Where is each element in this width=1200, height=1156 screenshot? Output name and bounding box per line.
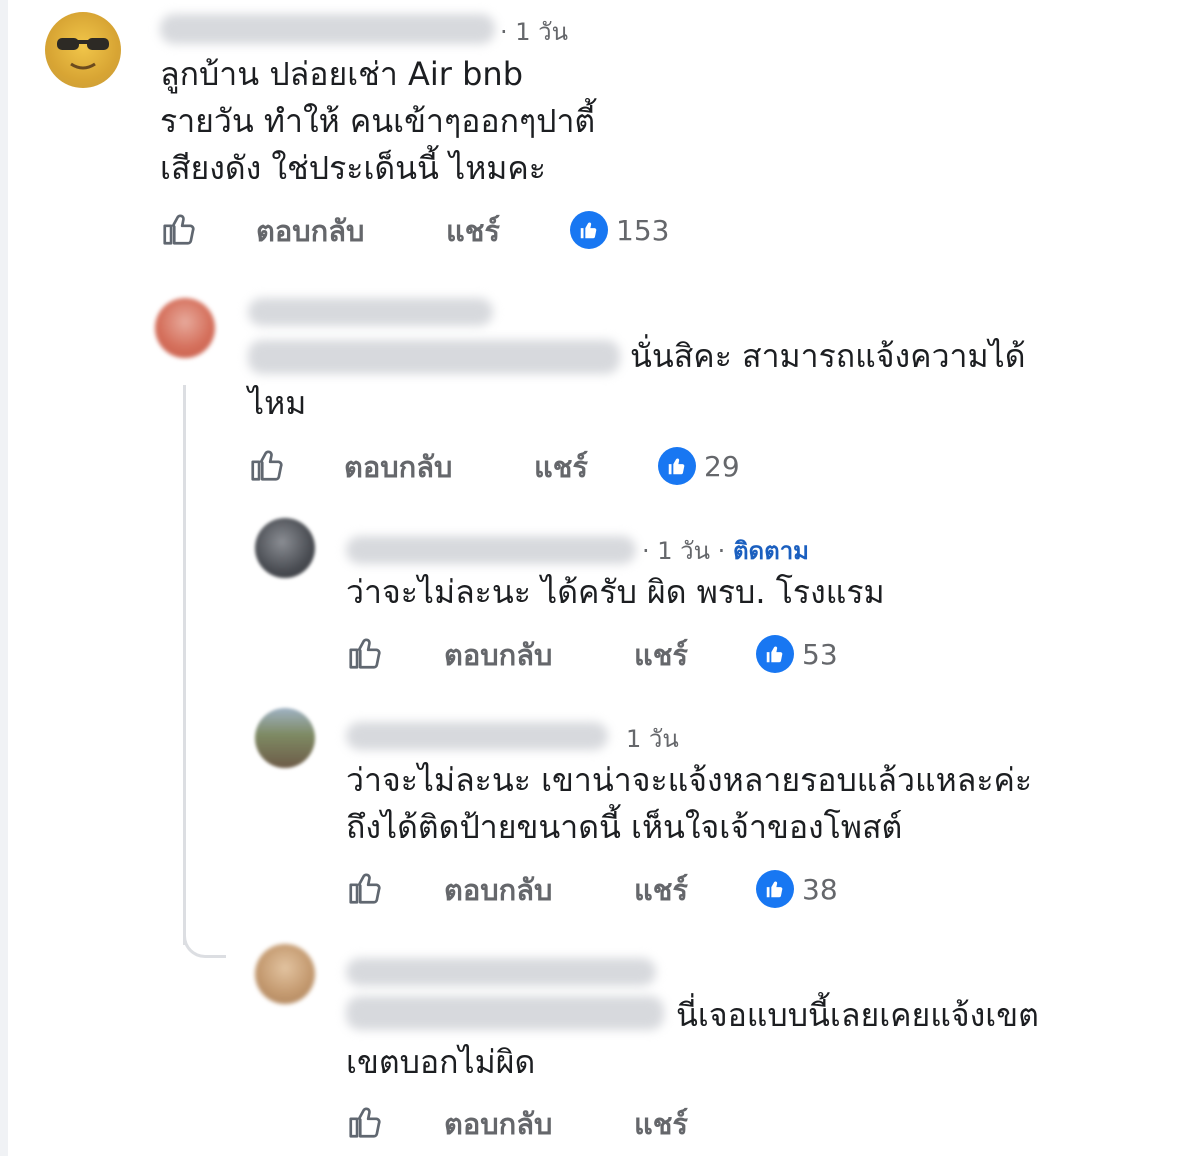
- reaction-count[interactable]: 29: [658, 447, 740, 485]
- left-edge: [0, 0, 8, 1156]
- reaction-count[interactable]: 38: [756, 870, 838, 908]
- timestamp[interactable]: · 1 วัน: [500, 17, 568, 47]
- follow-button[interactable]: ติดตาม: [733, 537, 809, 565]
- comment-text-line: ว่าจะไม่ละนะ ได้ครับ ผิด พรบ. โรงแรม: [346, 573, 885, 611]
- author-name-blurred[interactable]: [248, 298, 493, 326]
- tagged-name-blurred[interactable]: [248, 340, 620, 374]
- like-reaction-icon: [570, 211, 608, 249]
- tagged-name-blurred[interactable]: [346, 996, 664, 1030]
- reply-button[interactable]: ตอบกลับ: [444, 872, 552, 908]
- reply-button[interactable]: ตอบกลับ: [344, 449, 452, 485]
- author-name-blurred[interactable]: [160, 14, 495, 44]
- thread-connector: [183, 925, 226, 958]
- thumbs-up-icon[interactable]: [346, 869, 384, 907]
- comment-text-line: ว่าจะไม่ละนะ เขาน่าจะแจ้งหลายรอบแล้วแหละ…: [346, 761, 1033, 799]
- avatar[interactable]: [155, 298, 215, 358]
- thumbs-up-icon[interactable]: [248, 446, 286, 484]
- like-count: 29: [704, 449, 740, 483]
- thumbs-up-icon[interactable]: [160, 210, 198, 248]
- comment-text-line: รายวัน ทำให้ คนเข้าๆออกๆปาตี้: [160, 102, 596, 140]
- thread-line: [183, 385, 186, 945]
- avatar[interactable]: [255, 944, 315, 1004]
- comment-text-line: เขตบอกไม่ผิด: [346, 1043, 536, 1081]
- comment-text-line: ไหม: [248, 384, 307, 422]
- like-count: 38: [802, 872, 838, 906]
- reply-button[interactable]: ตอบกลับ: [444, 1106, 552, 1142]
- like-reaction-icon: [658, 447, 696, 485]
- thumbs-up-icon[interactable]: [346, 634, 384, 672]
- like-count: 153: [616, 213, 670, 247]
- reaction-count[interactable]: 153: [570, 211, 669, 249]
- comment-text-line: ลูกบ้าน ปล่อยเช่า Air bnb: [160, 55, 524, 93]
- comment-text-line: ถึงได้ติดป้ายขนาดนี้ เห็นใจเจ้าของโพสต์: [346, 808, 903, 846]
- reply-button[interactable]: ตอบกลับ: [256, 213, 364, 249]
- timestamp[interactable]: 1 วัน: [626, 724, 679, 754]
- like-reaction-icon: [756, 635, 794, 673]
- author-name-blurred[interactable]: [346, 722, 608, 750]
- avatar[interactable]: [255, 518, 315, 578]
- like-reaction-icon: [756, 870, 794, 908]
- author-name-blurred[interactable]: [346, 958, 656, 986]
- reply-button[interactable]: ตอบกลับ: [444, 637, 552, 673]
- share-button[interactable]: แชร์: [534, 449, 588, 485]
- reaction-count[interactable]: 53: [756, 635, 838, 673]
- timestamp-text: · 1 วัน ·: [642, 537, 726, 565]
- comment-text-line: เสียงดัง ใช่ประเด็นนี้ ไหมคะ: [160, 149, 546, 187]
- share-button[interactable]: แชร์: [634, 872, 688, 908]
- avatar[interactable]: [255, 708, 315, 768]
- author-name-blurred[interactable]: [346, 536, 636, 564]
- sunglasses-emoji-icon: [57, 38, 109, 70]
- comment-text-line: นี่เจอแบบนี้เลยเคยแจ้งเขต: [676, 996, 1039, 1034]
- share-button[interactable]: แชร์: [634, 1106, 688, 1142]
- avatar[interactable]: [45, 12, 121, 88]
- thumbs-up-icon[interactable]: [346, 1103, 384, 1141]
- like-count: 53: [802, 637, 838, 671]
- share-button[interactable]: แชร์: [446, 213, 500, 249]
- timestamp[interactable]: · 1 วัน · ติดตาม: [642, 536, 809, 566]
- comment-text-line: นั่นสิคะ สามารถแจ้งความได้: [630, 337, 1026, 375]
- share-button[interactable]: แชร์: [634, 637, 688, 673]
